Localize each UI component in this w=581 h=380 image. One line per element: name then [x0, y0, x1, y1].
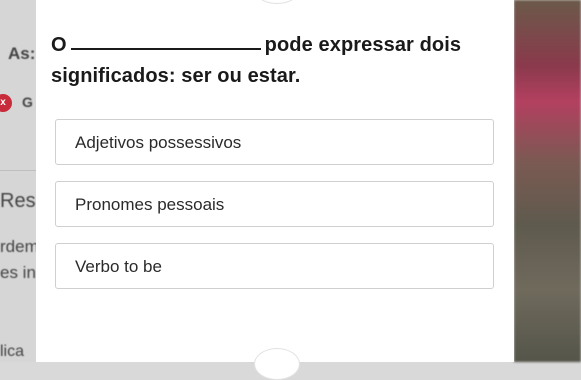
question-line-2: significados: ser ou estar. — [51, 65, 301, 87]
background-text-line: es in — [0, 263, 36, 282]
answer-option-label: Pronomes pessoais — [75, 195, 225, 214]
background-badge-label: G — [22, 94, 33, 110]
background-text-line: lica — [0, 343, 25, 360]
question-text: Opode expressar dois significados: ser o… — [51, 30, 501, 92]
question-blank — [70, 32, 261, 50]
background-heading: Res — [0, 190, 36, 212]
answer-option-label: Verbo to be — [75, 257, 162, 276]
background-title: As: — [8, 44, 36, 63]
answer-option-label: Adjetivos possessivos — [75, 133, 242, 152]
background-image — [514, 0, 581, 362]
background-text-line: rdem — [0, 237, 36, 256]
badge-icon: x — [0, 94, 12, 112]
modal-bottom-handle[interactable] — [254, 348, 300, 380]
question-modal: Opode expressar dois significados: ser o… — [36, 0, 514, 380]
answer-option-pronomes-pessoais[interactable]: Pronomes pessoais — [55, 181, 494, 227]
question-suffix: pode expressar dois — [264, 34, 462, 56]
background-page: As: x G Res rdem es in lica — [0, 0, 36, 362]
answer-option-adjetivos-possessivos[interactable]: Adjetivos possessivos — [55, 119, 494, 165]
answer-option-verbo-to-be[interactable]: Verbo to be — [55, 243, 494, 289]
modal-top-handle — [256, 0, 298, 4]
question-prefix: O — [51, 34, 67, 56]
background-divider — [0, 170, 36, 171]
